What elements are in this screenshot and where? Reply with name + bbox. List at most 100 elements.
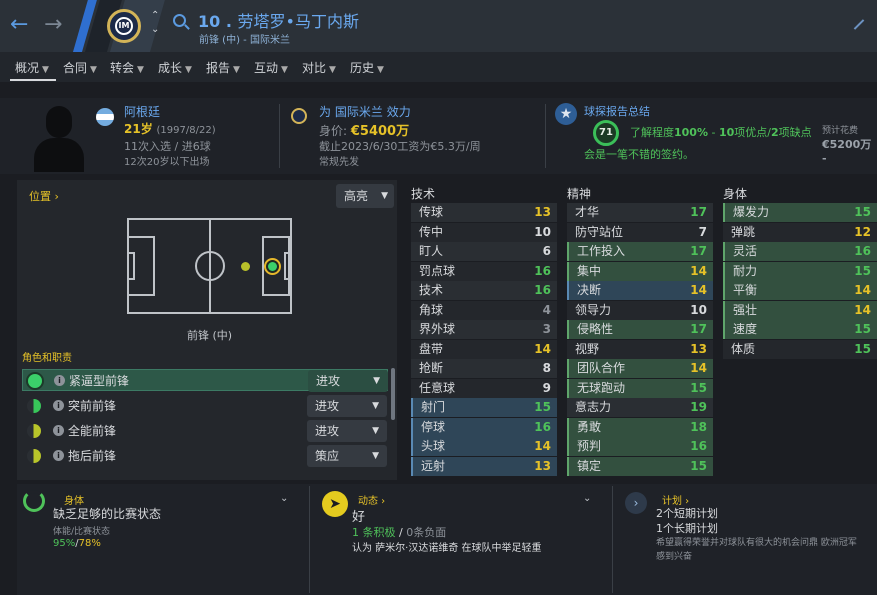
tab-transfer[interactable]: 转会 ▼ — [110, 59, 144, 76]
role-row[interactable]: i 拖后前锋 策应 ▼ — [22, 445, 388, 467]
attribute-value: 7 — [698, 224, 707, 239]
attribute-row[interactable]: 意志力 19 — [567, 398, 713, 417]
attribute-row[interactable]: 停球 16 — [411, 417, 557, 437]
attribute-row[interactable]: 爆发力 15 — [723, 203, 877, 222]
tab-interaction[interactable]: 互动 ▼ — [254, 59, 288, 76]
tab-compare[interactable]: 对比 ▼ — [302, 59, 336, 76]
duty-dropdown[interactable]: 策应 ▼ — [307, 445, 387, 467]
header-bar: ← → IM ⌃ ⌄ 10 . 劳塔罗•马丁内斯 前锋 (中) - 国际米兰 — [0, 0, 877, 52]
attribute-row[interactable]: 弹跳 12 — [723, 222, 877, 242]
attribute-value: 17 — [690, 244, 707, 258]
attribute-row[interactable]: 耐力 15 — [723, 261, 877, 281]
nav-bar: 概况 ▼ 合同 ▼ 转会 ▼ 成长 ▼ 报告 ▼ 互动 ▼ 对比 ▼ 历史 ▼ — [0, 52, 877, 82]
attribute-row[interactable]: 头球 14 — [411, 437, 557, 456]
attribute-row[interactable]: 工作投入 17 — [567, 242, 713, 261]
attribute-row[interactable]: 速度 15 — [723, 320, 877, 339]
attribute-name: 远射 — [421, 458, 446, 473]
attribute-row[interactable]: 平衡 14 — [723, 281, 877, 300]
attribute-row[interactable]: 技术 16 — [411, 281, 557, 300]
attribute-row[interactable]: 传中 10 — [411, 222, 557, 242]
attribute-row[interactable]: 界外球 3 — [411, 320, 557, 339]
attribute-row[interactable]: 强壮 14 — [723, 300, 877, 320]
position-title[interactable]: 位置 › — [29, 188, 59, 204]
attribute-name: 无球跑动 — [577, 380, 626, 395]
attribute-row[interactable]: 预判 16 — [567, 437, 713, 456]
role-name: 全能前锋 — [68, 424, 117, 438]
attribute-value: 14 — [854, 302, 871, 317]
info-icon[interactable]: i — [53, 400, 64, 411]
attribute-name: 集中 — [577, 263, 602, 278]
dynamics-title[interactable]: 动态 › — [358, 492, 385, 507]
attribute-value: 10 — [534, 224, 551, 239]
info-icon[interactable]: i — [54, 375, 65, 386]
attribute-row[interactable]: 无球跑动 15 — [567, 378, 713, 398]
attribute-value: 16 — [854, 244, 871, 258]
chevron-down-icon[interactable]: ⌄ — [583, 493, 591, 504]
tab-reports[interactable]: 报告 ▼ — [206, 59, 240, 76]
attribute-row[interactable]: 镇定 15 — [567, 456, 713, 476]
divider — [612, 486, 613, 593]
duty-dropdown[interactable]: 进攻 ▼ — [308, 370, 388, 392]
attribute-value: 4 — [542, 302, 551, 317]
attribute-value: 15 — [690, 458, 707, 473]
search-icon[interactable] — [173, 14, 190, 30]
attribute-row[interactable]: 勇敢 18 — [567, 417, 713, 437]
tab-overview[interactable]: 概况 ▼ — [15, 59, 49, 76]
long-term-plans: 1个长期计划 — [656, 522, 718, 535]
roles-scrollbar[interactable] — [391, 368, 395, 420]
player-number: 10 . — [198, 12, 232, 31]
attribute-row[interactable]: 角球 4 — [411, 300, 557, 320]
stepper-up-icon[interactable]: ⌃ — [151, 10, 159, 21]
attribute-row[interactable]: 任意球 9 — [411, 378, 557, 398]
attribute-row[interactable]: 集中 14 — [567, 261, 713, 281]
attribute-row[interactable]: 决断 14 — [567, 281, 713, 300]
attribute-value: 19 — [690, 400, 707, 414]
fee-value: €5200万 - — [822, 138, 872, 165]
attribute-row[interactable]: 射门 15 — [411, 398, 557, 417]
attribute-name: 耐力 — [733, 263, 758, 278]
attribute-row[interactable]: 灵活 16 — [723, 242, 877, 261]
role-row[interactable]: i 紧逼型前锋 进攻 ▼ — [22, 369, 388, 392]
scout-verdict: 会是一笔不错的签约。 — [584, 148, 694, 161]
club-line: 为 国际米兰 效力 — [319, 105, 411, 119]
role-row[interactable]: i 全能前锋 进攻 ▼ — [22, 420, 388, 442]
chevron-down-icon[interactable]: ⌄ — [280, 493, 288, 504]
attribute-row[interactable]: 体质 15 — [723, 339, 877, 359]
role-row[interactable]: i 突前前锋 进攻 ▼ — [22, 395, 388, 417]
tab-contract[interactable]: 合同 ▼ — [63, 59, 97, 76]
attribute-row[interactable]: 远射 13 — [411, 456, 557, 476]
attribute-row[interactable]: 盯人 6 — [411, 242, 557, 261]
chevron-down-icon: ▼ — [372, 426, 379, 436]
highlight-dropdown[interactable]: 高亮 ▼ — [336, 184, 394, 208]
nation-name[interactable]: 阿根廷 — [124, 103, 160, 120]
attribute-row[interactable]: 才华 17 — [567, 203, 713, 222]
attribute-row[interactable]: 传球 13 — [411, 203, 557, 222]
attribute-row[interactable]: 罚点球 16 — [411, 261, 557, 281]
divider — [309, 486, 310, 593]
info-icon[interactable]: i — [53, 425, 64, 436]
attribute-value: 14 — [534, 439, 551, 453]
tab-development[interactable]: 成长 ▼ — [158, 59, 192, 76]
attribute-row[interactable]: 侵略性 17 — [567, 320, 713, 339]
duty-dropdown[interactable]: 进攻 ▼ — [307, 420, 387, 442]
info-icon[interactable]: i — [53, 450, 64, 461]
attribute-row[interactable]: 领导力 10 — [567, 300, 713, 320]
attribute-row[interactable]: 防守站位 7 — [567, 222, 713, 242]
scout-title: 球探报告总结 — [584, 105, 650, 118]
star-icon: ★ — [555, 103, 577, 125]
back-arrow-icon[interactable]: ← — [10, 12, 28, 37]
plans-arrow-icon[interactable]: › — [625, 492, 647, 514]
player-age: 21岁 (1997/8/22) — [124, 122, 216, 136]
duty-dropdown[interactable]: 进攻 ▼ — [307, 395, 387, 417]
attribute-row[interactable]: 视野 13 — [567, 339, 713, 359]
forward-arrow-icon[interactable]: → — [44, 12, 62, 37]
edit-icon[interactable] — [853, 19, 865, 30]
short-term-plans: 2个短期计划 — [656, 507, 718, 520]
tab-history[interactable]: 历史 ▼ — [350, 59, 384, 76]
stepper-down-icon[interactable]: ⌄ — [151, 24, 159, 35]
attribute-value: 10 — [690, 302, 707, 317]
attribute-row[interactable]: 抢断 8 — [411, 359, 557, 378]
attribute-row[interactable]: 盘带 14 — [411, 339, 557, 359]
attribute-row[interactable]: 团队合作 14 — [567, 359, 713, 378]
position-label: 前锋 (中) — [187, 329, 233, 342]
